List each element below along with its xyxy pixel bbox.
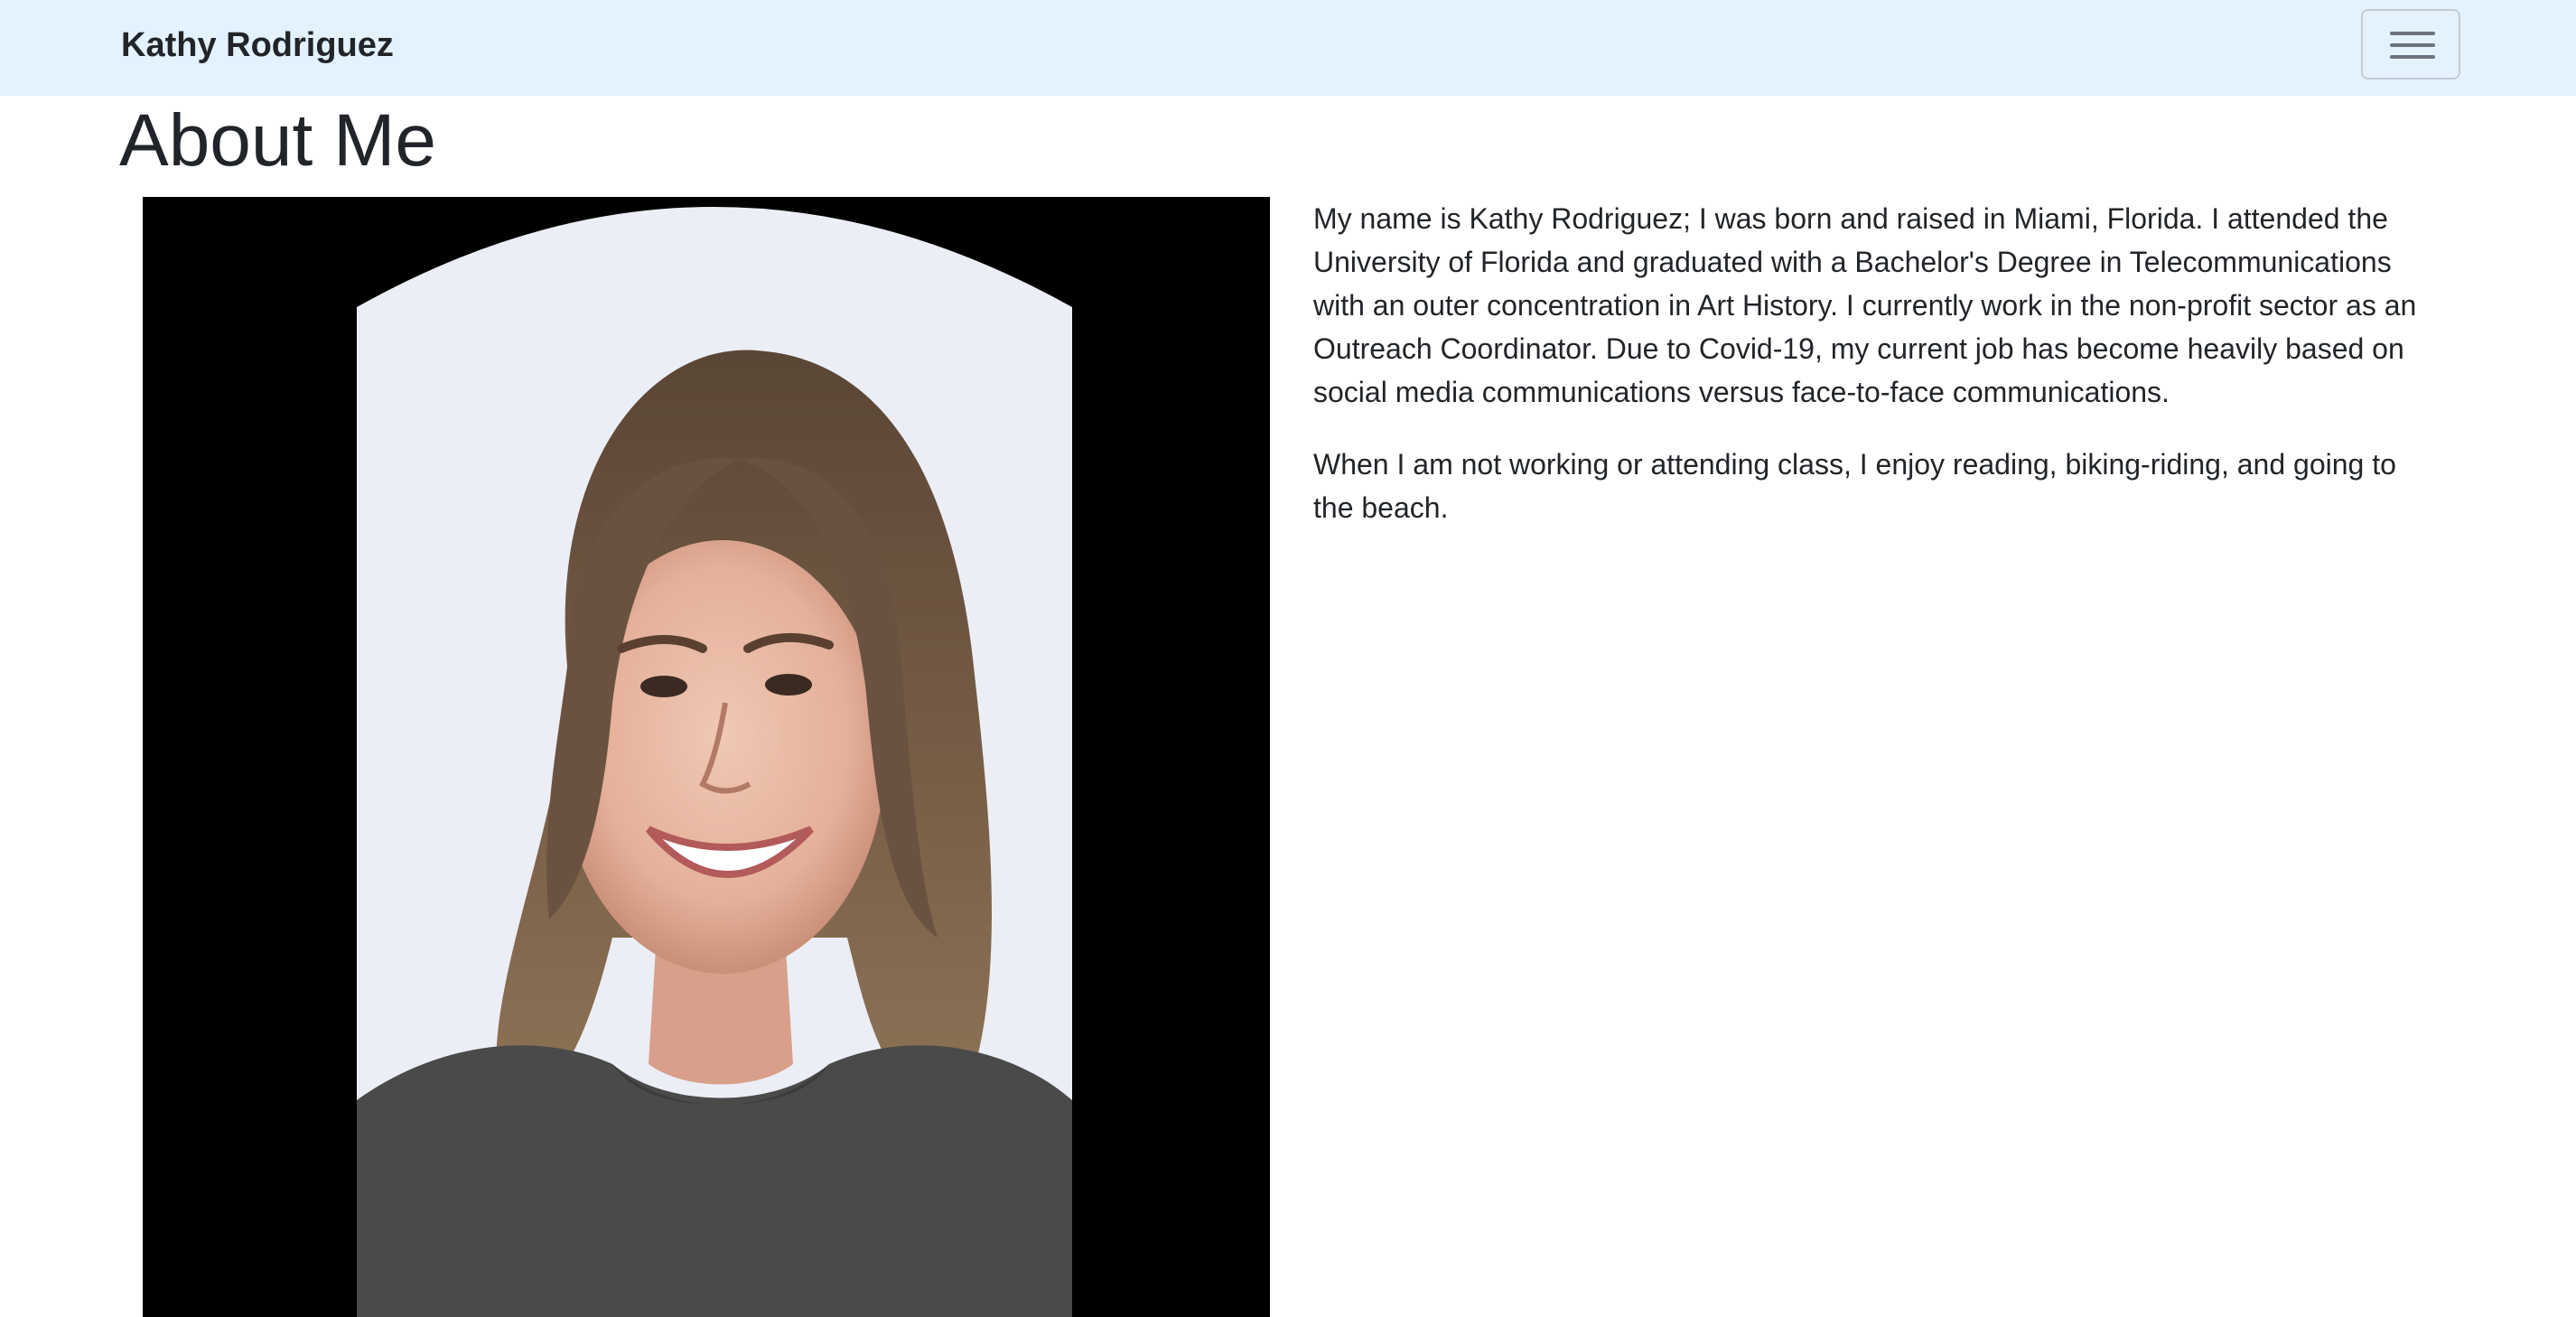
portrait-photo (357, 207, 1072, 1317)
navbar-toggler-button[interactable] (2361, 9, 2460, 79)
top-navbar: Kathy Rodriguez (0, 0, 2576, 96)
bio-section: My name is Kathy Rodriguez; I was born a… (1313, 197, 2433, 558)
page-title: About Me (119, 99, 436, 182)
navbar-brand[interactable]: Kathy Rodriguez (121, 20, 394, 70)
profile-photo (143, 197, 1270, 1317)
bio-paragraph-hobbies: When I am not working or attending class… (1313, 448, 2396, 524)
bio-paragraph-intro: My name is Kathy Rodriguez; I was born a… (1313, 202, 2417, 408)
